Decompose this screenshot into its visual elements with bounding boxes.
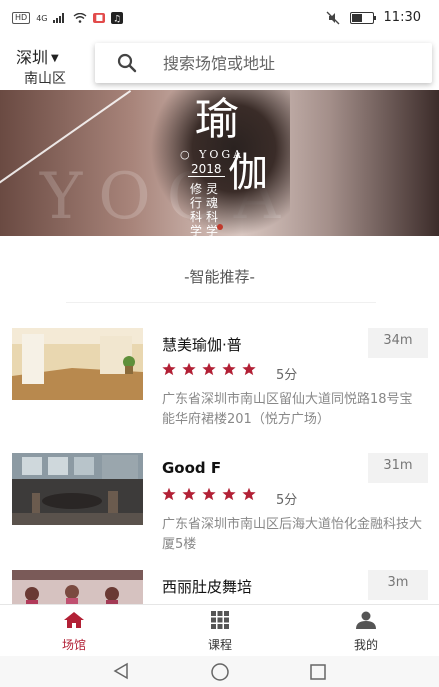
mute-icon	[326, 11, 339, 24]
star-icon	[182, 362, 196, 376]
venue-photo	[12, 570, 143, 604]
banner-subtitle-text: YOGA	[199, 148, 245, 161]
venue-name[interactable]: Good F	[162, 459, 221, 477]
hd-badge: HD	[12, 12, 31, 24]
banner-page-indicator	[217, 224, 223, 230]
vchar: 修	[190, 182, 203, 196]
svg-text:♫: ♫	[113, 15, 121, 25]
person-icon	[356, 611, 376, 629]
venue-item[interactable]: Good F 31m 5分 广东省深圳市南山区后海大道怡化金融科技大厦5楼	[0, 453, 439, 579]
star-icon	[182, 487, 196, 501]
search-input[interactable]	[161, 52, 395, 74]
venue-score: 5分	[276, 493, 298, 508]
vchar: 学	[190, 224, 203, 236]
system-nav-bar	[0, 656, 439, 687]
top-bar: 深圳 ▼ 南山区	[0, 40, 439, 90]
vchar: 科	[190, 210, 203, 224]
status-left: HD 4G ■ ♫	[12, 12, 124, 25]
vchar: 灵	[206, 182, 219, 196]
venue-score: 5分	[276, 368, 298, 383]
star-icon	[222, 487, 236, 501]
search-icon	[117, 53, 137, 73]
grid-icon	[211, 611, 229, 629]
tab-courses[interactable]: 课程	[170, 611, 270, 653]
banner-year: 2018	[188, 162, 225, 177]
status-right: 11:30	[326, 10, 421, 25]
search-bar[interactable]	[95, 43, 432, 83]
bottom-tab-bar: 场馆 课程 我的	[0, 604, 439, 657]
vchar: 魂	[206, 196, 219, 210]
network-badge: 4G	[36, 13, 48, 23]
banner-title-1: 瑜	[195, 94, 239, 145]
tab-me[interactable]: 我的	[316, 611, 416, 653]
district-label[interactable]: 南山区	[24, 68, 66, 88]
tab-label: 场馆	[61, 638, 86, 652]
star-icon	[162, 362, 176, 376]
venue-photo	[12, 453, 143, 525]
recent-apps-icon[interactable]	[309, 663, 327, 681]
tab-label: 课程	[207, 638, 232, 652]
star-icon	[202, 362, 216, 376]
tiktok-icon: ♫	[111, 12, 124, 25]
signal-icon	[53, 13, 65, 23]
venue-name[interactable]: 西丽肚皮舞培	[162, 576, 252, 597]
section-divider	[66, 302, 376, 303]
banner-subtitle: ○ YOGA	[180, 148, 245, 161]
venue-name[interactable]: 慧美瑜伽·普	[162, 334, 242, 355]
city-selector[interactable]: 深圳 ▼	[16, 44, 59, 68]
city-label: 深圳	[16, 48, 49, 67]
home-button-icon[interactable]	[210, 662, 230, 682]
wifi-icon	[74, 13, 87, 23]
promo-banner[interactable]: YOGA 瑜 伽 ○ YOGA 2018 修 行 科 学 灵 魂 科 学	[0, 90, 439, 236]
venue-distance: 34m	[368, 328, 428, 358]
tab-venues[interactable]: 场馆	[24, 611, 124, 653]
app-notification-icon: ■	[93, 13, 106, 23]
vchar: 行	[190, 196, 203, 210]
section-title: -智能推荐-	[184, 268, 255, 286]
vchar: 科	[206, 210, 219, 224]
tab-label: 我的	[353, 638, 378, 652]
status-bar: HD 4G ■ ♫ 11:30	[0, 0, 439, 40]
star-icon	[222, 362, 236, 376]
star-icon	[202, 487, 216, 501]
home-icon	[64, 612, 84, 628]
venue-address: 广东省深圳市南山区留仙大道同悦路18号宝能华府裙楼201（悦方广场）	[162, 392, 413, 427]
venue-item[interactable]: 西丽肚皮舞培 3m	[0, 570, 439, 604]
venue-address: 广东省深圳市南山区后海大道怡化金融科技大厦5楼	[162, 517, 423, 552]
battery-icon	[349, 11, 376, 24]
star-icon	[242, 487, 256, 501]
star-icon	[242, 362, 256, 376]
banner-vertical-text-1: 修 行 科 学	[190, 182, 202, 236]
star-icon	[162, 487, 176, 501]
rating-stars	[162, 362, 256, 376]
venue-photo	[12, 328, 143, 400]
back-icon[interactable]	[112, 662, 130, 680]
venue-distance: 31m	[368, 453, 428, 483]
clock: 11:30	[383, 10, 421, 25]
venue-distance: 3m	[368, 570, 428, 600]
venue-item[interactable]: 慧美瑜伽·普 34m 5分 广东省深圳市南山区留仙大道同悦路18号宝能华府裙楼2…	[0, 328, 439, 454]
rating-stars	[162, 487, 256, 501]
caret-down-icon: ▼	[51, 53, 59, 64]
